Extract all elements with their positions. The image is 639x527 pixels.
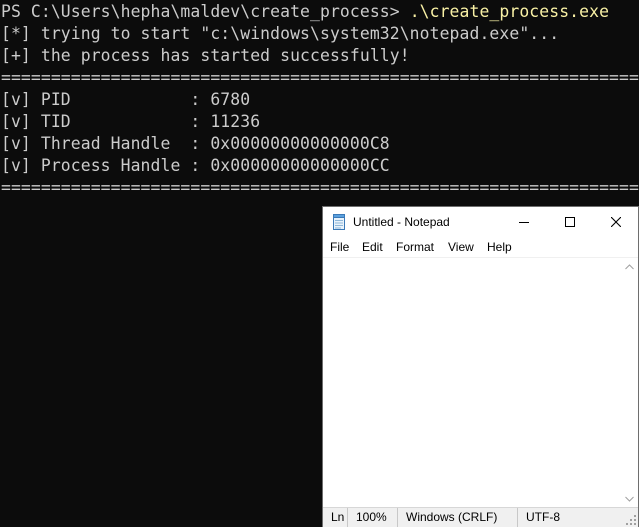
menu-edit[interactable]: Edit <box>362 240 383 254</box>
terminal-separator: ========================================… <box>1 178 639 197</box>
notepad-titlebar[interactable]: Untitled - Notepad <box>323 207 638 237</box>
terminal-output-line: [v] Thread Handle : 0x00000000000000C8 <box>1 134 390 153</box>
terminal-prompt-line: PS C:\Users\hepha\maldev\create_process>… <box>1 1 609 23</box>
menu-file[interactable]: File <box>330 240 349 254</box>
scroll-down-icon[interactable] <box>625 496 634 502</box>
notepad-title: Untitled - Notepad <box>353 215 450 229</box>
status-line-position: Ln <box>331 510 345 524</box>
terminal-output-line: [+] the process has started successfully… <box>1 46 410 65</box>
status-encoding: UTF-8 <box>517 508 597 527</box>
menu-view[interactable]: View <box>448 240 474 254</box>
maximize-button[interactable] <box>547 207 593 237</box>
notepad-menubar: File Edit Format View Help <box>323 237 638 258</box>
terminal-output-line: [*] trying to start "c:\windows\system32… <box>1 24 560 43</box>
notepad-window[interactable]: Untitled - Notepad File Edit Format View… <box>322 206 639 527</box>
status-line-endings: Windows (CRLF) <box>397 508 517 527</box>
scroll-up-icon[interactable] <box>625 264 634 270</box>
status-zoom: 100% <box>347 508 397 527</box>
menu-help[interactable]: Help <box>487 240 512 254</box>
menu-format[interactable]: Format <box>396 240 434 254</box>
close-icon <box>611 217 621 227</box>
notepad-text-area[interactable] <box>323 258 621 507</box>
notepad-icon <box>332 214 346 230</box>
terminal-output-line: [v] TID : 11236 <box>1 112 261 131</box>
terminal-output-line: [v] PID : 6780 <box>1 90 251 109</box>
resize-grip-icon[interactable] <box>626 515 636 525</box>
terminal-command: .\create_process.exe <box>409 2 610 21</box>
notepad-statusbar: Ln 100% Windows (CRLF) UTF-8 <box>323 507 638 527</box>
vertical-scrollbar[interactable] <box>621 258 638 507</box>
minimize-button[interactable] <box>501 207 547 237</box>
close-button[interactable] <box>593 207 639 237</box>
terminal-separator: ========================================… <box>1 68 639 87</box>
terminal-prompt: PS C:\Users\hepha\maldev\create_process> <box>1 2 410 21</box>
maximize-icon <box>565 217 575 227</box>
terminal-output-line: [v] Process Handle : 0x00000000000000CC <box>1 156 390 175</box>
minimize-icon <box>519 222 529 223</box>
